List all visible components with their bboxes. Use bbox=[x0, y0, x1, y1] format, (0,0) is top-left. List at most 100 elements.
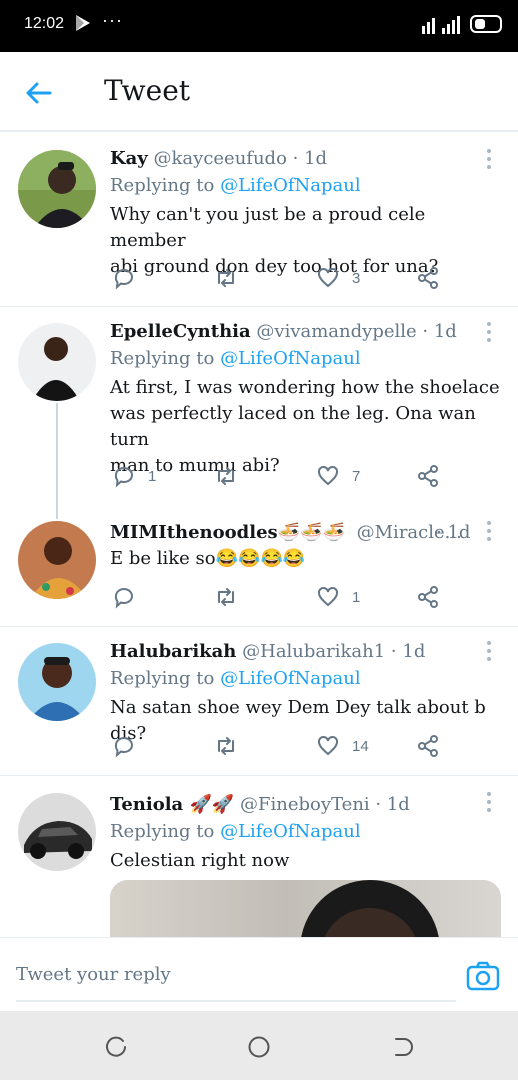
display-name[interactable]: Kay bbox=[110, 148, 148, 169]
retweet-button[interactable] bbox=[214, 585, 238, 609]
reply-icon bbox=[114, 588, 133, 609]
display-name[interactable]: EpelleCynthia bbox=[110, 321, 251, 342]
replying-to: Replying to @LifeOfNapaul bbox=[110, 821, 361, 843]
share-button[interactable] bbox=[416, 734, 440, 758]
play-store-icon bbox=[76, 15, 90, 31]
heart-icon bbox=[318, 465, 338, 486]
tweet-text-line: man to mumu abi? bbox=[110, 455, 280, 476]
retweet-button[interactable] bbox=[214, 266, 238, 290]
reply-button[interactable] bbox=[112, 734, 136, 758]
retweet-icon bbox=[218, 467, 234, 485]
share-button[interactable] bbox=[416, 266, 440, 290]
battery-icon bbox=[470, 15, 502, 33]
status-dots: ··· bbox=[102, 10, 123, 30]
tweet-header: Halubarikah @Halubarikah1 · 1d bbox=[110, 641, 425, 663]
like-count: 1 bbox=[352, 588, 361, 606]
thread-line bbox=[56, 403, 58, 519]
replying-to: Replying to @LifeOfNapaul bbox=[110, 175, 361, 197]
retweet-button[interactable] bbox=[214, 464, 238, 488]
tweet-text: At first, I was wondering how the shoela… bbox=[110, 375, 505, 479]
replying-prefix: Replying to bbox=[110, 348, 215, 369]
reply-icon bbox=[114, 467, 133, 488]
reply-input[interactable] bbox=[16, 956, 456, 1002]
mention-link[interactable]: @LifeOfNapaul bbox=[220, 175, 361, 196]
share-button[interactable] bbox=[416, 585, 440, 609]
reply-count: 1 bbox=[148, 467, 157, 485]
like-button[interactable]: 1 bbox=[316, 585, 360, 609]
tweet-text-line: abi ground don dey too hot for una? bbox=[110, 256, 439, 277]
like-count: 7 bbox=[352, 467, 361, 485]
tweet-text-line: E be like so😂😂😂😂 bbox=[110, 548, 306, 569]
tweet-header: MIMIthenoodles🍜🍜🍜 @Miracle... bbox=[110, 522, 462, 544]
avatar-kay[interactable] bbox=[18, 150, 96, 228]
mention-link[interactable]: @LifeOfNapaul bbox=[220, 348, 361, 369]
page-title: Tweet bbox=[104, 74, 191, 107]
retweet-icon bbox=[218, 737, 234, 755]
handle: @FineboyTeni · 1d bbox=[240, 794, 410, 815]
share-button[interactable] bbox=[416, 464, 440, 488]
retweet-icon bbox=[218, 269, 234, 287]
more-options-icon[interactable] bbox=[484, 148, 494, 170]
reply-icon bbox=[114, 269, 133, 290]
like-count: 14 bbox=[352, 737, 369, 755]
separator bbox=[0, 306, 518, 307]
avatar-mimithenoodles[interactable] bbox=[18, 521, 96, 599]
heart-icon bbox=[318, 267, 338, 288]
more-options-icon[interactable] bbox=[484, 321, 494, 343]
system-navigation-bar bbox=[0, 1011, 518, 1080]
retweet-button[interactable] bbox=[214, 734, 238, 758]
mention-link[interactable]: @LifeOfNapaul bbox=[220, 821, 361, 842]
more-options-icon[interactable] bbox=[484, 640, 494, 662]
camera-icon[interactable] bbox=[466, 960, 500, 992]
tweet-text-line: At first, I was wondering how the shoela… bbox=[110, 377, 500, 398]
tweet-text-line: was perfectly laced on the leg. Ona wan … bbox=[110, 403, 476, 450]
like-count: 3 bbox=[352, 269, 361, 287]
reply-icon bbox=[114, 737, 133, 758]
display-name[interactable]: MIMIthenoodles🍜🍜🍜 bbox=[110, 522, 345, 543]
avatar-teniola[interactable] bbox=[18, 793, 96, 871]
like-button[interactable]: 7 bbox=[316, 464, 360, 488]
status-bar: 12:02 ··· bbox=[0, 0, 518, 52]
handle: @Halubarikah1 · 1d bbox=[242, 641, 426, 662]
tweet-header: EpelleCynthia @vivamandypelle · 1d bbox=[110, 321, 457, 343]
tweet-text-line: Why can't you just be a proud cele membe… bbox=[110, 204, 426, 251]
tweet-text: Na satan shoe wey Dem Dey talk about b d… bbox=[110, 695, 505, 747]
tweet-header: Kay @kayceeufudo · 1d bbox=[110, 148, 327, 170]
replying-to: Replying to @LifeOfNapaul bbox=[110, 668, 361, 690]
handle: @vivamandypelle · 1d bbox=[256, 321, 457, 342]
like-button[interactable]: 3 bbox=[316, 266, 360, 290]
replying-prefix: Replying to bbox=[110, 668, 215, 689]
share-icon bbox=[418, 735, 438, 757]
signal-icon bbox=[422, 16, 460, 34]
tweet-text: E be like so😂😂😂😂 bbox=[110, 546, 505, 572]
share-icon bbox=[418, 586, 438, 608]
back-arrow-icon[interactable] bbox=[24, 78, 54, 108]
reply-button[interactable] bbox=[112, 585, 136, 609]
share-icon bbox=[418, 267, 438, 289]
back-icon[interactable] bbox=[392, 1035, 416, 1059]
heart-icon bbox=[318, 586, 338, 607]
avatar-epellecynthia[interactable] bbox=[18, 323, 96, 401]
top-app-bar: Tweet bbox=[0, 52, 518, 132]
display-name[interactable]: Halubarikah bbox=[110, 641, 236, 662]
more-options-icon[interactable] bbox=[484, 791, 494, 813]
handle: @kayceeufudo · 1d bbox=[153, 148, 328, 169]
mention-link[interactable]: @LifeOfNapaul bbox=[220, 668, 361, 689]
tweet-text-line: Celestian right now bbox=[110, 850, 290, 871]
separator bbox=[0, 775, 518, 776]
replying-to: Replying to @LifeOfNapaul bbox=[110, 348, 361, 370]
recents-icon[interactable] bbox=[104, 1035, 128, 1059]
status-time: 12:02 bbox=[24, 15, 65, 32]
like-button[interactable]: 14 bbox=[316, 734, 369, 758]
reply-button[interactable] bbox=[112, 266, 136, 290]
home-icon[interactable] bbox=[247, 1035, 271, 1059]
display-name[interactable]: Teniola 🚀🚀 bbox=[110, 794, 234, 815]
tweet-text-line: Na satan shoe wey Dem Dey talk about b d… bbox=[110, 697, 486, 744]
separator bbox=[0, 626, 518, 627]
tweet-time: · 1d bbox=[436, 522, 471, 543]
reply-button[interactable]: 1 bbox=[112, 464, 156, 488]
share-icon bbox=[418, 465, 438, 487]
replying-prefix: Replying to bbox=[110, 175, 215, 196]
more-options-icon[interactable] bbox=[484, 520, 494, 542]
avatar-halubarikah[interactable] bbox=[18, 643, 96, 721]
